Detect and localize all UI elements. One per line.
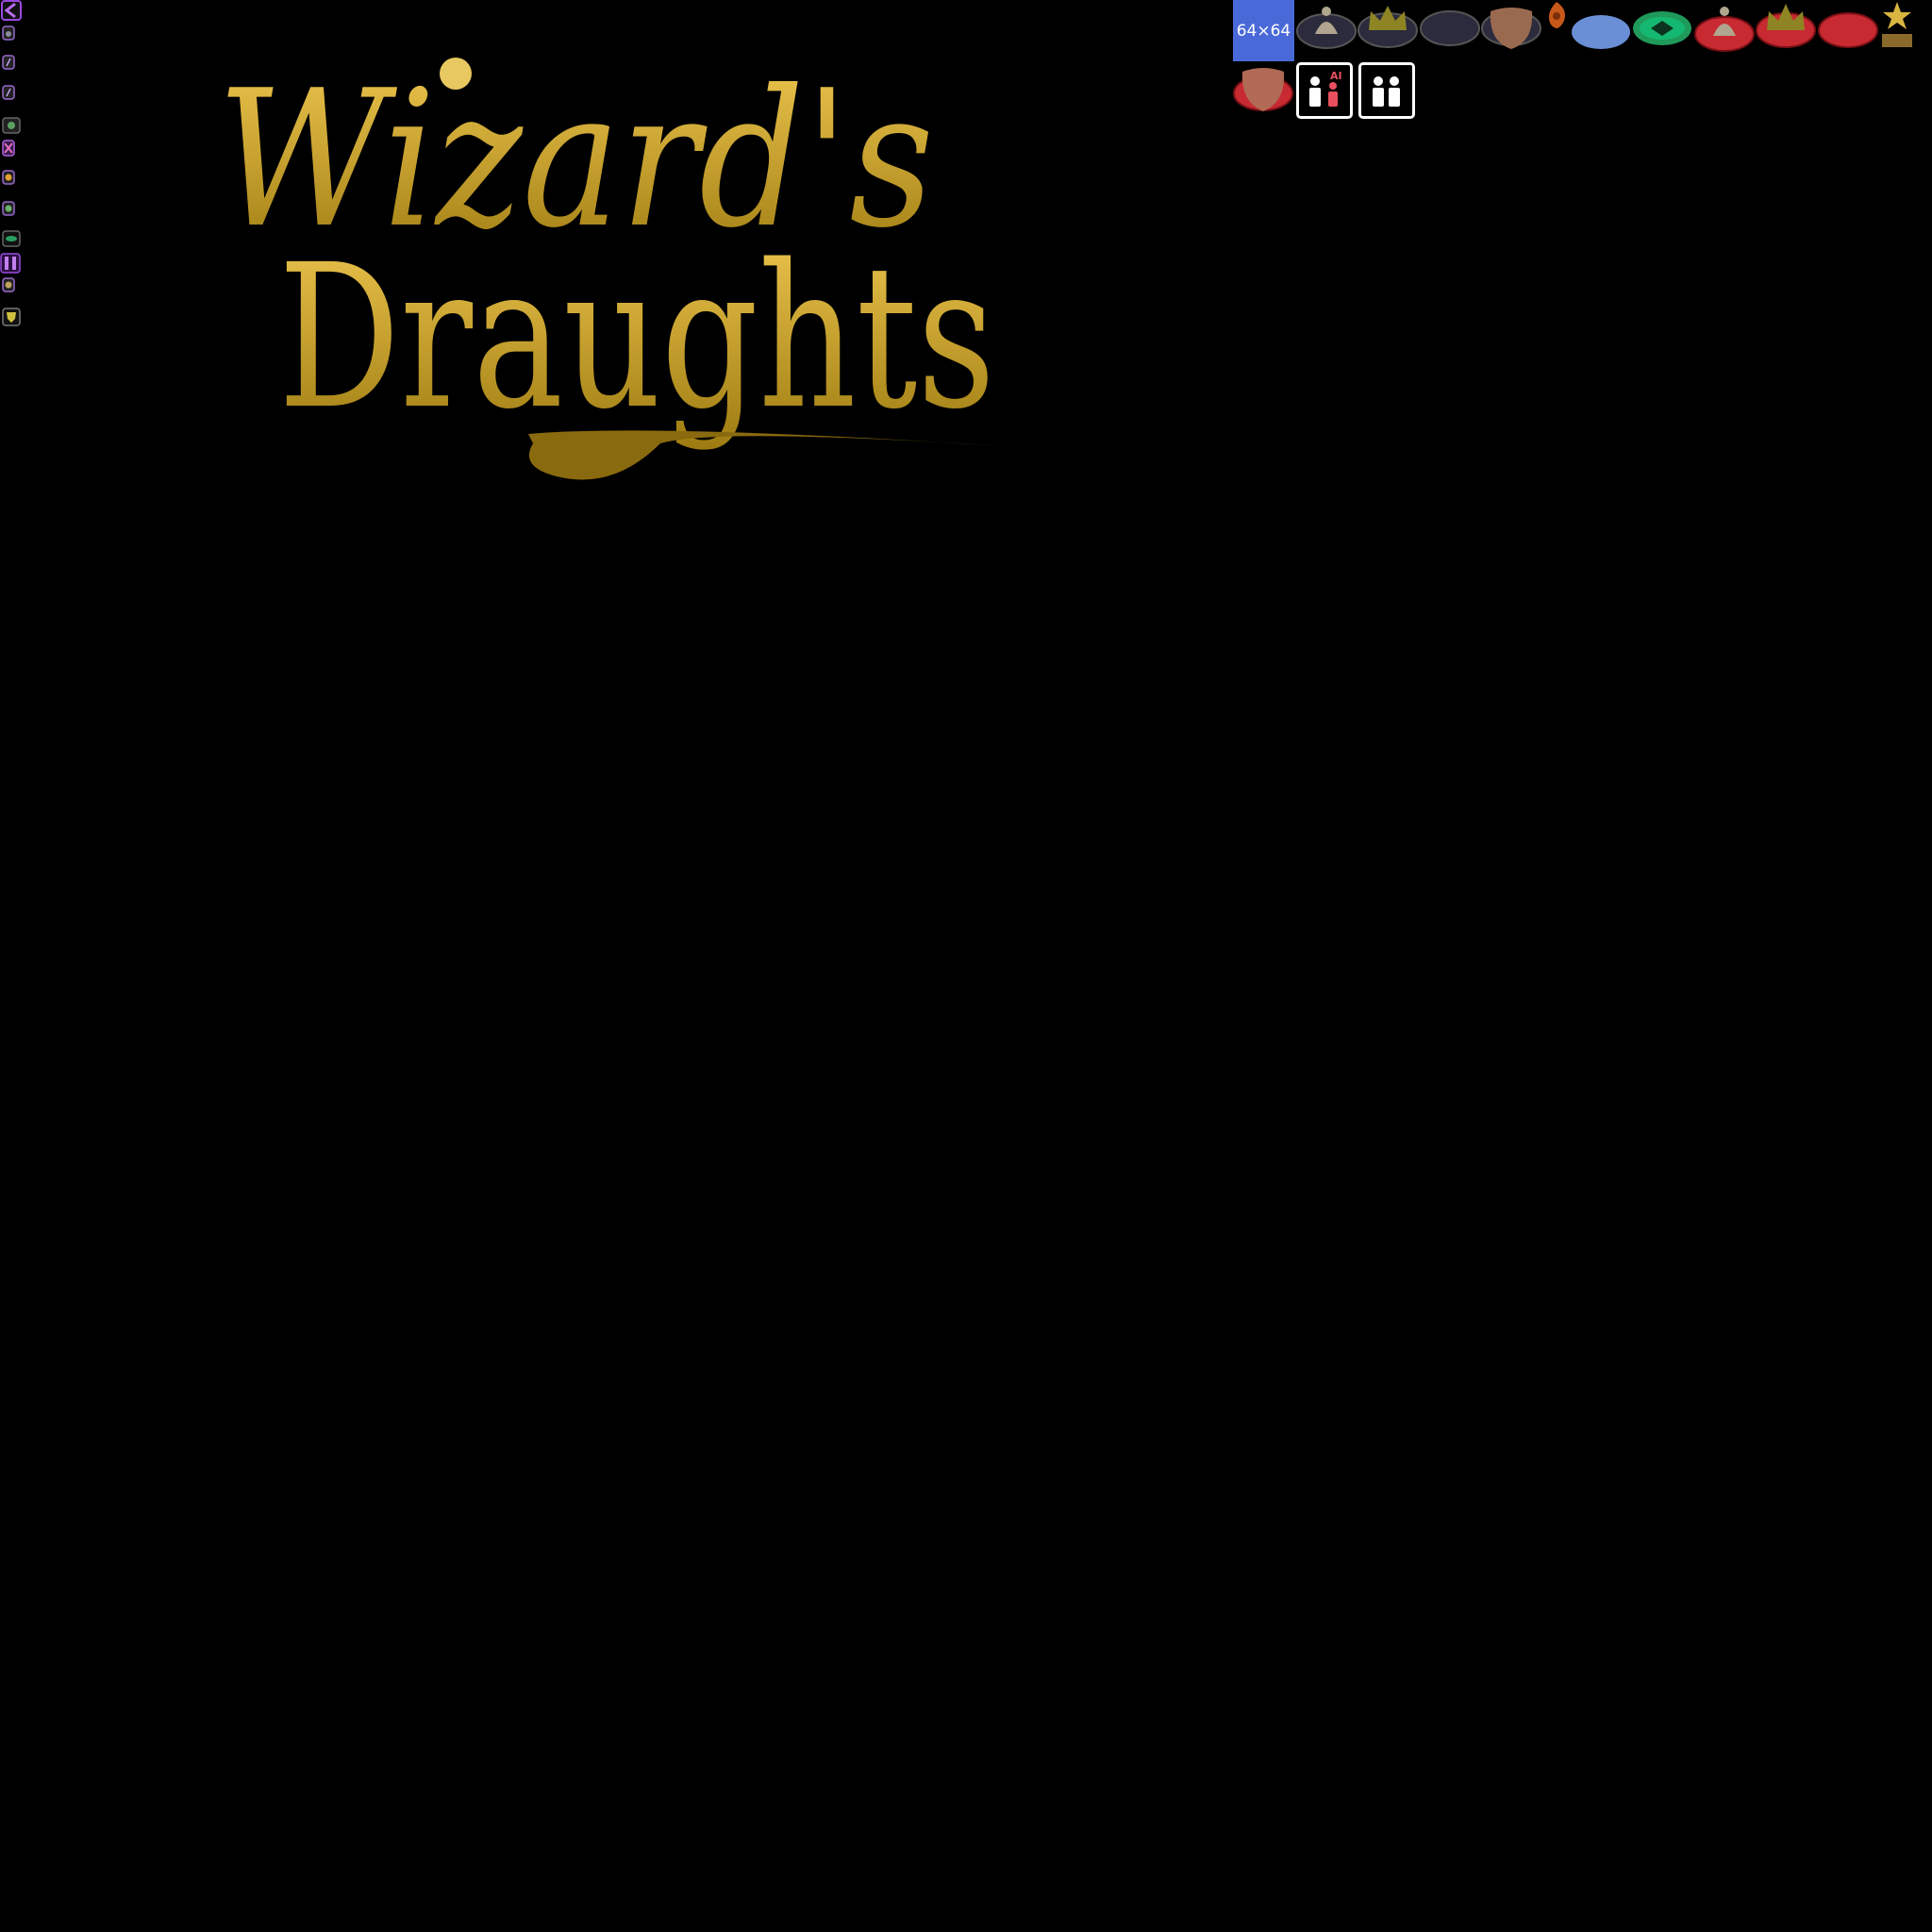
player-vs-player-icon [1373, 76, 1400, 107]
fire-orb-icon [1549, 2, 1565, 28]
red-piece-icon [1818, 12, 1878, 48]
rune-icon-2[interactable] [2, 85, 15, 100]
logo-title-line2: Draughts [278, 222, 995, 453]
red-wizard-piece-icon [1694, 7, 1755, 52]
dark-king-piece-icon [1357, 6, 1418, 48]
dark-shield-piece-icon [1481, 8, 1541, 49]
dark-wizard-piece-icon [1296, 7, 1357, 49]
lantern-icon[interactable] [2, 277, 15, 292]
emerald-disc-icon [1633, 11, 1691, 45]
player-vs-ai-icon: AI [1309, 70, 1342, 107]
pause-icon[interactable] [0, 253, 21, 274]
game-logo: Wizard's Draughts [217, 50, 1047, 480]
back-arrow-icon[interactable] [1, 0, 22, 21]
dark-piece-icon [1420, 10, 1480, 46]
red-king-piece-icon [1756, 4, 1816, 48]
orange-gem-icon[interactable] [2, 170, 15, 185]
eye-icon[interactable] [2, 230, 21, 247]
green-gem-icon[interactable] [2, 201, 15, 216]
rune-icon[interactable] [2, 55, 15, 70]
highlight-blue-disc-icon [1572, 15, 1630, 49]
star-icon [1882, 2, 1912, 47]
cross-icon[interactable] [2, 140, 15, 157]
player-vs-ai-button[interactable]: AI [1296, 62, 1353, 119]
potion-icon[interactable] [2, 25, 15, 41]
shield-icon[interactable] [2, 308, 21, 326]
goblin-icon[interactable] [2, 117, 21, 134]
atlas-size-label: 64×64 [1233, 0, 1294, 61]
red-shield-piece-icon [1233, 68, 1293, 111]
svg-text:AI: AI [1330, 70, 1342, 82]
player-vs-player-button[interactable] [1358, 62, 1415, 119]
